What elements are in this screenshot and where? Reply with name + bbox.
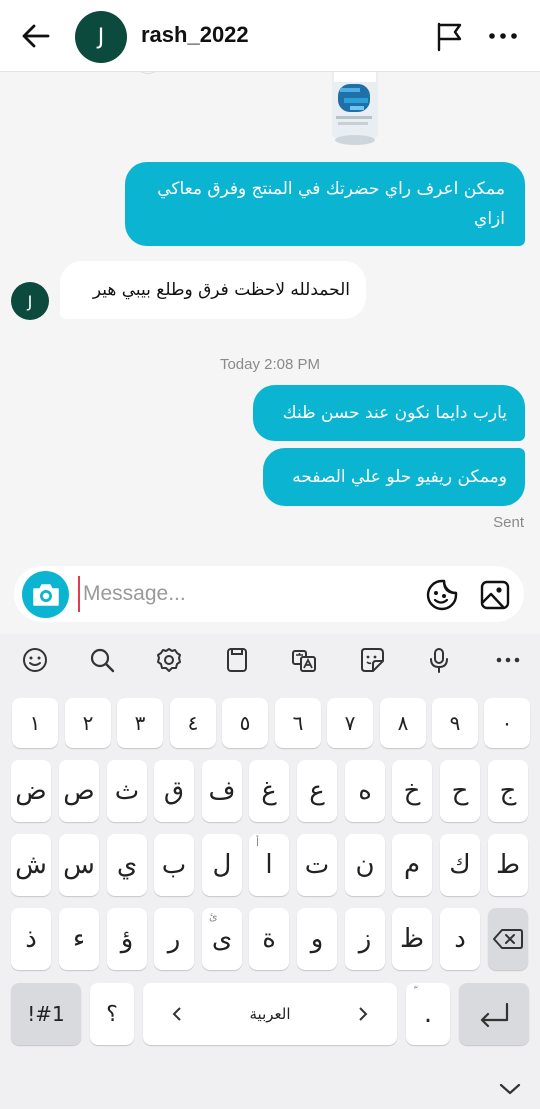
key-6[interactable]: ٦ bbox=[275, 698, 321, 748]
message-composer bbox=[14, 566, 524, 622]
product-image[interactable] bbox=[330, 72, 380, 146]
key-letter[interactable]: ف bbox=[202, 760, 242, 822]
key-letter[interactable]: ض bbox=[11, 760, 51, 822]
key-letter[interactable]: ص bbox=[59, 760, 99, 822]
key-letter[interactable]: م bbox=[392, 834, 432, 896]
emoji-icon[interactable] bbox=[21, 646, 49, 674]
key-letter[interactable]: ث bbox=[107, 760, 147, 822]
key-3[interactable]: ٣ bbox=[117, 698, 163, 748]
period-key[interactable]: ّ. bbox=[406, 983, 450, 1045]
key-7[interactable]: ٧ bbox=[327, 698, 373, 748]
key-letter[interactable]: ح bbox=[440, 760, 480, 822]
enter-key[interactable] bbox=[459, 983, 529, 1045]
key-4[interactable]: ٤ bbox=[170, 698, 216, 748]
key-5[interactable]: ٥ bbox=[222, 698, 268, 748]
search-icon[interactable] bbox=[88, 646, 116, 674]
symbols-key[interactable]: !#1 bbox=[11, 983, 81, 1045]
key-8[interactable]: ٨ bbox=[380, 698, 426, 748]
key-letter[interactable]: ت bbox=[297, 834, 337, 896]
message-outgoing[interactable]: ممكن اعرف راي حضرتك في المنتج وفرق معاكي… bbox=[125, 162, 525, 246]
key-letter[interactable]: و bbox=[297, 908, 337, 970]
keyboard-toolbar bbox=[0, 634, 540, 686]
enter-icon bbox=[480, 1002, 509, 1027]
key-letter[interactable]: ء bbox=[59, 908, 99, 970]
key-letter[interactable]: غ bbox=[249, 760, 289, 822]
sticker-icon[interactable] bbox=[358, 646, 386, 674]
key-letter[interactable]: أا bbox=[249, 834, 289, 896]
key-letter[interactable]: ه bbox=[345, 760, 385, 822]
camera-icon bbox=[32, 583, 59, 606]
message-incoming[interactable]: الحمدلله لاحظت فرق وطلع بيبي هير bbox=[60, 261, 366, 319]
chat-thread[interactable]: ممكن اعرف راي حضرتك في المنتج وفرق معاكي… bbox=[0, 72, 540, 634]
more-horizontal-icon[interactable] bbox=[494, 646, 522, 674]
key-letter[interactable]: خ bbox=[392, 760, 432, 822]
message-input[interactable] bbox=[78, 576, 398, 612]
key-letter[interactable]: ؤ bbox=[107, 908, 147, 970]
message-outgoing[interactable]: وممكن ريفيو حلو علي الصفحه bbox=[263, 448, 525, 506]
key-letter[interactable]: ل bbox=[202, 834, 242, 896]
key-hint: أ bbox=[256, 836, 260, 849]
space-label: العربية bbox=[249, 1005, 291, 1023]
key-letter[interactable]: ي bbox=[107, 834, 147, 896]
camera-button[interactable] bbox=[22, 571, 69, 618]
chevron-left-icon bbox=[172, 1007, 181, 1021]
avatar[interactable]: J bbox=[75, 11, 127, 63]
key-letter[interactable]: ع bbox=[297, 760, 337, 822]
key-1[interactable]: ١ bbox=[12, 698, 58, 748]
back-arrow-icon[interactable] bbox=[18, 20, 54, 52]
key-letter[interactable]: ك bbox=[440, 834, 480, 896]
key-letter[interactable]: د bbox=[440, 908, 480, 970]
key-letter[interactable]: ط bbox=[488, 834, 528, 896]
partial-avatar bbox=[132, 72, 164, 74]
chevron-down-icon[interactable] bbox=[497, 1078, 523, 1100]
key-letter[interactable]: ق bbox=[154, 760, 194, 822]
translate-icon[interactable] bbox=[290, 646, 318, 674]
on-screen-keyboard: ١ ٢ ٣ ٤ ٥ ٦ ٧ ٨ ٩ ٠ ض ص ث ق ف غ ع ه خ ح … bbox=[0, 634, 540, 1109]
question-key[interactable]: ؟ bbox=[90, 983, 134, 1045]
key-2[interactable]: ٢ bbox=[65, 698, 111, 748]
key-letter[interactable]: ج bbox=[488, 760, 528, 822]
flag-icon[interactable] bbox=[434, 20, 466, 52]
more-horizontal-icon[interactable] bbox=[486, 22, 520, 50]
space-bar[interactable]: العربية bbox=[143, 983, 397, 1045]
key-letter[interactable]: ز bbox=[345, 908, 385, 970]
key-letter[interactable]: ظ bbox=[392, 908, 432, 970]
key-letter[interactable]: ئى bbox=[202, 908, 242, 970]
key-letter[interactable]: ذ bbox=[11, 908, 51, 970]
sticker-icon[interactable] bbox=[425, 578, 459, 612]
clipboard-icon[interactable] bbox=[223, 646, 251, 674]
settings-icon[interactable] bbox=[155, 646, 183, 674]
sender-avatar[interactable]: J bbox=[11, 282, 49, 320]
chevron-right-icon bbox=[359, 1007, 368, 1021]
key-0[interactable]: ٠ bbox=[484, 698, 530, 748]
message-outgoing[interactable]: يارب دايما نكون عند حسن ظنك bbox=[253, 385, 525, 441]
key-letter[interactable]: ر bbox=[154, 908, 194, 970]
username[interactable]: rash_2022 bbox=[141, 22, 249, 48]
key-9[interactable]: ٩ bbox=[432, 698, 478, 748]
microphone-icon[interactable] bbox=[425, 646, 453, 674]
backspace-icon bbox=[493, 929, 523, 949]
key-letter[interactable]: ة bbox=[249, 908, 289, 970]
sent-status: Sent bbox=[493, 514, 524, 531]
key-letter[interactable]: ن bbox=[345, 834, 385, 896]
key-hint: ئ bbox=[209, 910, 218, 923]
message-timestamp: Today 2:08 PM bbox=[219, 356, 321, 373]
backspace-key[interactable] bbox=[488, 908, 528, 970]
key-letter[interactable]: س bbox=[59, 834, 99, 896]
key-letter[interactable]: ش bbox=[11, 834, 51, 896]
chat-header: J rash_2022 bbox=[0, 0, 540, 72]
gallery-icon[interactable] bbox=[478, 578, 512, 612]
key-letter[interactable]: ب bbox=[154, 834, 194, 896]
